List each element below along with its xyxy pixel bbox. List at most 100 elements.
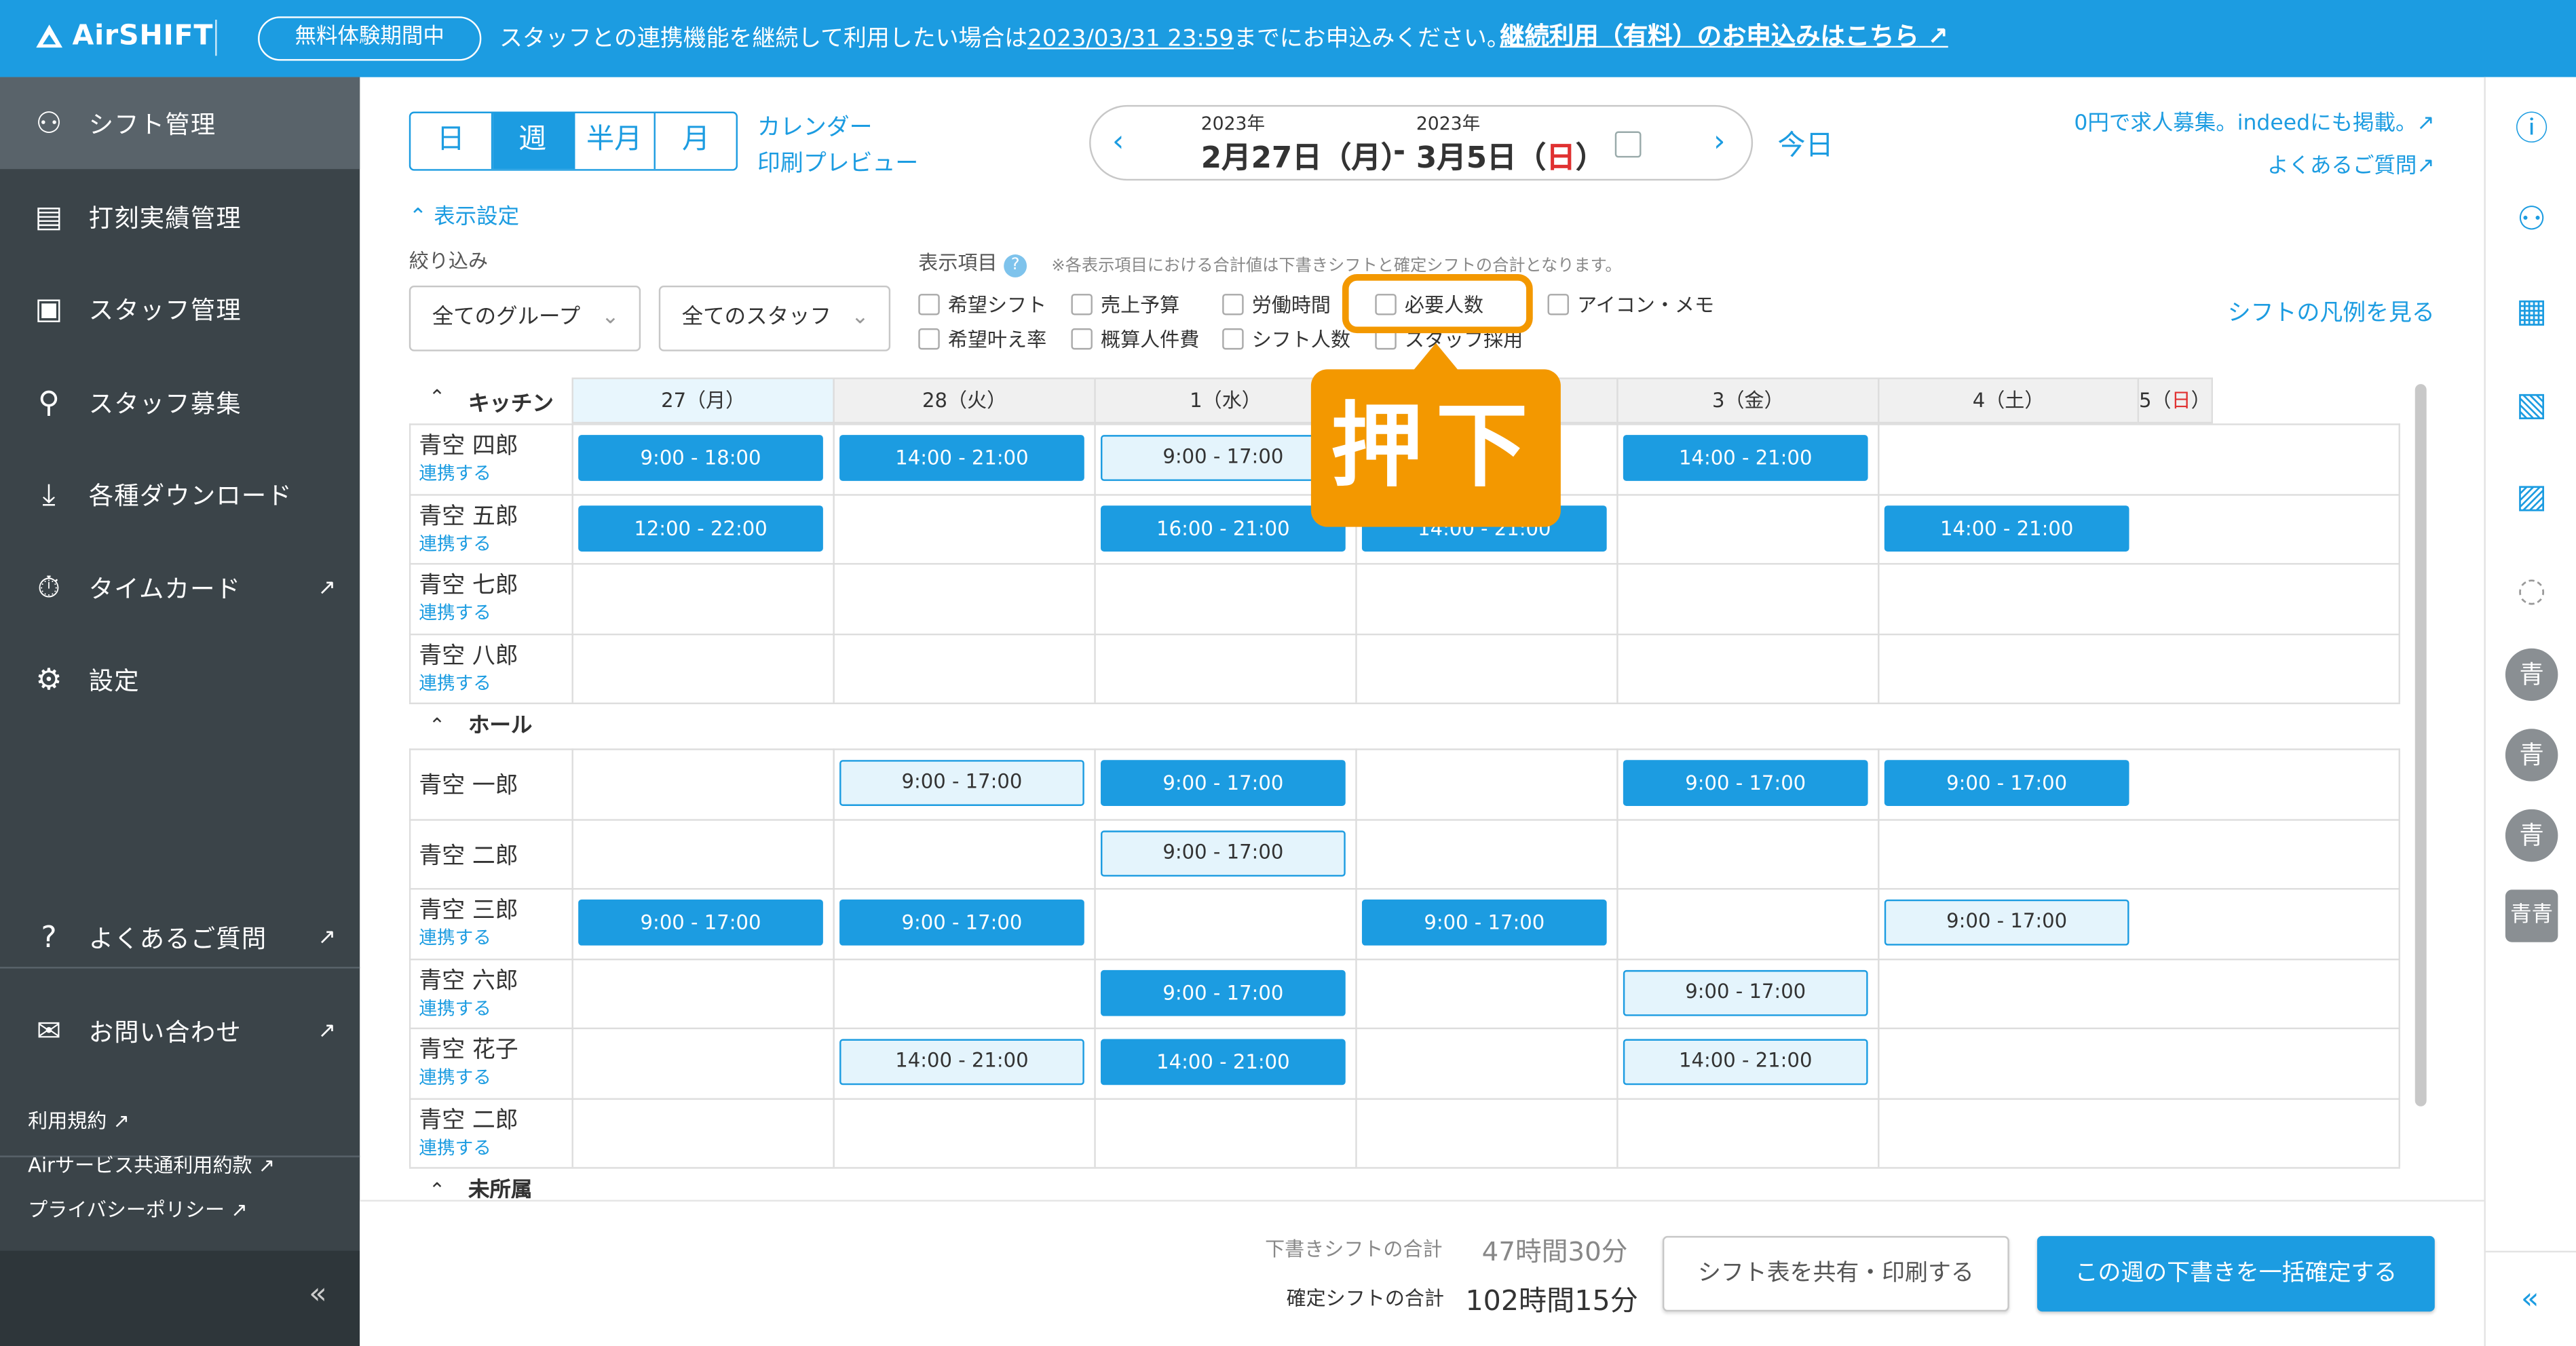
print-preview-link[interactable]: 印刷プレビュー <box>757 146 918 182</box>
approval-icon[interactable]: ▨ <box>2509 473 2555 519</box>
tab-month[interactable]: 月 <box>656 113 736 169</box>
faq-link[interactable]: よくあるご質問↗ <box>2267 148 2435 178</box>
link-staff-link[interactable]: 連携する <box>419 1134 491 1160</box>
checkbox-box[interactable] <box>1071 294 1093 315</box>
grid-scrollbar[interactable] <box>2414 384 2427 1107</box>
checkbox-box[interactable] <box>1071 328 1093 350</box>
group-toggle[interactable]: キッチン <box>468 386 554 417</box>
sidebar-item-attendance[interactable]: ▤ 打刻実績管理 <box>0 171 360 263</box>
group-select[interactable]: 全てのグループ ⌄ <box>409 285 641 351</box>
help-icon[interactable]: ? <box>1004 254 1027 277</box>
checkbox-wish-rate[interactable]: 希望叶え率 <box>918 325 1046 353</box>
shift-chip-confirmed[interactable]: 9:00 - 17:00 <box>1101 969 1346 1016</box>
continue-subscription-link[interactable]: 継続利用（有料）のお申込みはこちら ↗ <box>1500 18 1948 53</box>
privacy-policy-link[interactable]: プライバシーポリシー ↗ <box>28 1195 248 1223</box>
link-staff-link[interactable]: 連携する <box>419 669 491 695</box>
chevron-right-icon[interactable]: › <box>1713 125 1725 159</box>
shift-chip-confirmed[interactable]: 14:00 - 21:00 <box>1884 504 2129 551</box>
link-staff-link[interactable]: 連携する <box>419 994 491 1020</box>
sidebar-item-downloads[interactable]: ⤓ 各種ダウンロード <box>0 448 360 540</box>
shift-chip-draft[interactable]: 14:00 - 21:00 <box>1623 1039 1868 1085</box>
airshift-logo[interactable]: AirSHIFT <box>36 20 213 52</box>
avatar[interactable]: 青 <box>2505 809 2558 862</box>
checkbox-box[interactable] <box>1547 294 1569 315</box>
column-divider <box>571 748 573 1168</box>
confirm-week-button[interactable]: この週の下書きを一括確定する <box>2037 1235 2435 1312</box>
shift-chip-confirmed[interactable]: 12:00 - 22:00 <box>578 504 823 551</box>
end-date: 3月5日（日） <box>1416 134 1606 177</box>
shift-chip-confirmed[interactable]: 9:00 - 17:00 <box>1101 760 1346 806</box>
chevron-up-icon[interactable]: ⌃ <box>429 714 445 737</box>
shift-chip-confirmed[interactable]: 14:00 - 21:00 <box>839 435 1084 481</box>
share-print-button[interactable]: シフト表を共有・印刷する <box>1662 1235 2009 1312</box>
shift-chip-confirmed[interactable]: 9:00 - 18:00 <box>578 435 823 481</box>
shift-chip-draft[interactable]: 9:00 - 17:00 <box>1623 969 1868 1016</box>
sidebar-item-faq[interactable]: ? よくあるご質問 ↗ <box>0 891 360 983</box>
shift-chip-confirmed[interactable]: 9:00 - 17:00 <box>578 899 823 946</box>
checkbox-icon-memo[interactable]: アイコン・メモ <box>1547 290 1714 318</box>
link-staff-link[interactable]: 連携する <box>419 599 491 626</box>
shift-chip-draft[interactable]: 14:00 - 21:00 <box>839 1039 1084 1085</box>
staff-select[interactable]: 全てのスタッフ ⌄ <box>658 285 891 351</box>
tab-week[interactable]: 週 <box>492 113 575 170</box>
link-staff-link[interactable]: 連携する <box>419 529 491 556</box>
shift-chip-draft[interactable]: 9:00 - 17:00 <box>1101 830 1346 876</box>
shift-check-icon[interactable]: ▦ <box>2509 287 2555 333</box>
info-icon[interactable]: ⓘ <box>2509 102 2555 148</box>
avatar[interactable]: 青青 <box>2505 889 2558 942</box>
sidebar-item-timecard[interactable]: ⏱ タイムカード ↗ <box>0 541 360 633</box>
checkbox-box[interactable] <box>1222 328 1244 350</box>
today-button[interactable]: 今日 <box>1777 121 1833 162</box>
chevron-left-icon[interactable]: ‹ <box>1112 125 1124 159</box>
checkbox-desired-shift[interactable]: 希望シフト <box>918 290 1046 318</box>
link-staff-link[interactable]: 連携する <box>419 1064 491 1090</box>
chevron-up-icon[interactable]: ⌃ <box>429 1178 445 1198</box>
sidebar-item-label: 設定 <box>88 666 140 695</box>
sidebar-item-staff-recruit[interactable]: ⚲ スタッフ募集 <box>0 356 360 448</box>
shift-chip-confirmed[interactable]: 9:00 - 17:00 <box>839 899 1084 946</box>
display-settings-toggle[interactable]: ⌃ 表示設定 <box>409 199 519 229</box>
shift-legend-link[interactable]: シフトの凡例を見る <box>2228 296 2435 328</box>
sidebar-item-label: お問い合わせ <box>88 1016 242 1047</box>
shift-chip-confirmed[interactable]: 14:00 - 21:00 <box>1623 435 1868 481</box>
shift-chip-draft[interactable]: 9:00 - 17:00 <box>1101 435 1346 481</box>
link-staff-link[interactable]: 連携する <box>419 924 491 950</box>
chevron-up-icon[interactable]: ⌃ <box>429 386 445 409</box>
shift-chip-confirmed[interactable]: 9:00 - 17:00 <box>1623 760 1868 806</box>
sidebar-collapse-button[interactable]: « <box>0 1250 360 1346</box>
sidebar-item-shift-management[interactable]: ⚇ シフト管理 <box>0 77 360 170</box>
calendar-link[interactable]: カレンダー <box>757 110 918 146</box>
shift-chip-draft[interactable]: 9:00 - 17:00 <box>839 760 1084 806</box>
link-staff-link[interactable]: 連携する <box>419 459 491 486</box>
avatar[interactable]: 青 <box>2505 729 2558 782</box>
sidebar-item-contact[interactable]: ✉ お問い合わせ ↗ <box>0 985 360 1077</box>
shift-chip-confirmed[interactable]: 9:00 - 17:00 <box>1884 760 2129 806</box>
common-terms-link[interactable]: Airサービス共通利用約款 ↗ <box>28 1151 275 1178</box>
indeed-recruit-link[interactable]: 0円で求人募集。indeedにも掲載。↗ <box>2074 105 2434 136</box>
sidebar-item-settings[interactable]: ⚙ 設定 <box>0 634 360 725</box>
column-divider <box>571 423 573 703</box>
end-date-weekday: 日 <box>1546 141 1576 176</box>
terms-link[interactable]: 利用規約 ↗ <box>28 1107 130 1134</box>
chat-icon[interactable]: ◌ <box>2509 566 2555 613</box>
shift-chip-confirmed[interactable]: 9:00 - 17:00 <box>1361 899 1607 946</box>
checkbox-work-hours[interactable]: 労働時間 <box>1222 290 1331 318</box>
tab-day[interactable]: 日 <box>411 113 493 170</box>
shift-chip-draft[interactable]: 9:00 - 17:00 <box>1884 899 2129 946</box>
shift-calendar-icon[interactable]: ▧ <box>2509 381 2555 427</box>
end-date-close: ） <box>1575 141 1606 176</box>
tab-half-month[interactable]: 半月 <box>574 113 656 170</box>
avatar[interactable]: 青 <box>2505 648 2558 701</box>
sidebar-item-staff-management[interactable]: ▣ スタッフ管理 <box>0 263 360 354</box>
checkbox-box[interactable] <box>918 328 940 350</box>
checkbox-sales-budget[interactable]: 売上予算 <box>1071 290 1179 318</box>
rail-collapse-button[interactable]: « <box>2484 1250 2576 1346</box>
checkbox-box[interactable] <box>918 294 940 315</box>
calendar-icon[interactable] <box>1614 131 1642 158</box>
shift-chip-confirmed[interactable]: 16:00 - 21:00 <box>1101 504 1346 551</box>
checkbox-shift-count[interactable]: シフト人数 <box>1222 325 1350 353</box>
shift-chip-confirmed[interactable]: 14:00 - 21:00 <box>1101 1039 1346 1085</box>
checkbox-labor-cost[interactable]: 概算人件費 <box>1071 325 1199 353</box>
add-user-icon[interactable]: ⚇ <box>2509 195 2555 242</box>
checkbox-box[interactable] <box>1222 294 1244 315</box>
